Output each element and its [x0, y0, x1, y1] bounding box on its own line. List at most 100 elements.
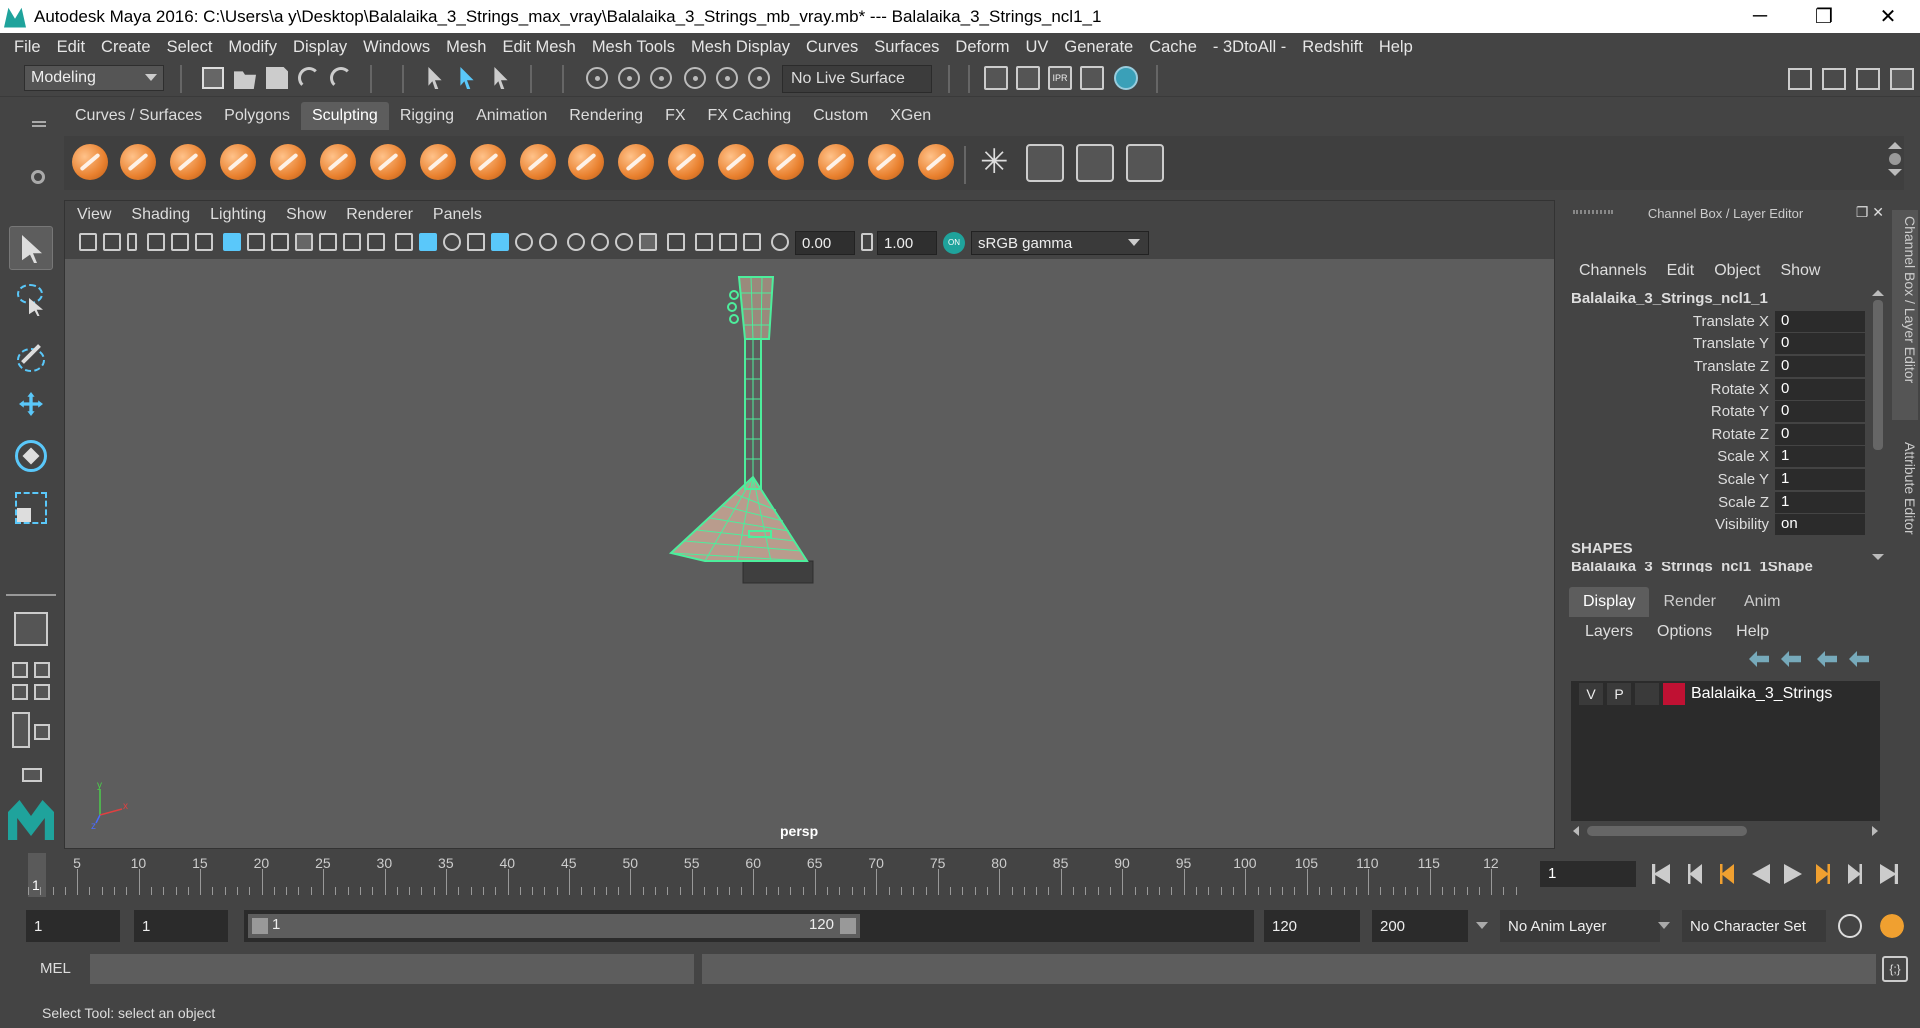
layout-dropdown-icon[interactable] [34, 684, 50, 700]
grease-pencil-icon[interactable] [195, 233, 213, 251]
move-tool-button[interactable] [9, 382, 53, 426]
wax-tool-icon[interactable] [568, 144, 604, 180]
channel-value-field[interactable]: 0 [1775, 401, 1865, 423]
tab-render-layers[interactable]: Render [1649, 587, 1729, 617]
panel-menu-show[interactable]: Show [286, 206, 326, 224]
smear-tool-icon[interactable] [768, 144, 804, 180]
channel-row[interactable]: Scale Y 1 [1563, 468, 1873, 491]
cb-menu-edit[interactable]: Edit [1667, 262, 1695, 280]
scroll-down-icon[interactable] [1872, 554, 1884, 560]
float-close-icons[interactable]: ❐ ✕ [1856, 204, 1884, 221]
current-time-marker[interactable]: 1 [28, 853, 46, 897]
channel-box-toggle-icon[interactable] [1890, 68, 1914, 90]
chevron-down-icon[interactable] [1658, 922, 1670, 929]
scroll-down-icon[interactable] [1888, 169, 1902, 176]
menu-redshift[interactable]: Redshift [1302, 38, 1363, 57]
tab-fx-caching[interactable]: FX Caching [697, 102, 803, 130]
channel-value-field[interactable]: 0 [1775, 423, 1865, 445]
color-management-toggle[interactable]: ON [943, 232, 965, 254]
panel-menu-renderer[interactable]: Renderer [346, 206, 413, 224]
channel-row[interactable]: Visibility on [1563, 513, 1873, 536]
select-by-hierarchy-icon[interactable] [428, 67, 442, 89]
play-forwards-icon[interactable] [1784, 864, 1802, 884]
panel-menu-view[interactable]: View [77, 206, 111, 224]
safe-title-icon[interactable] [367, 233, 385, 251]
scene-end-field[interactable]: 200 [1372, 910, 1468, 942]
layer-row[interactable]: V P Balalaika_3_Strings [1571, 681, 1880, 707]
ipr-render-icon[interactable]: IPR [1048, 66, 1072, 90]
menu-cache[interactable]: Cache [1149, 38, 1197, 57]
minimize-button[interactable]: ─ [1728, 0, 1792, 33]
tab-animation[interactable]: Animation [465, 102, 558, 130]
snap-grid-icon[interactable] [586, 67, 608, 89]
relax-tool-icon[interactable] [170, 144, 206, 180]
backface-culling-icon[interactable] [743, 233, 761, 251]
render-view-icon[interactable] [984, 66, 1008, 90]
tab-sculpting[interactable]: Sculpting [300, 102, 389, 130]
pinch-tool-icon[interactable] [270, 144, 306, 180]
bulge-tool-icon[interactable] [818, 144, 854, 180]
open-scene-icon[interactable] [234, 71, 256, 89]
anim-layer-dropdown[interactable]: No Anim Layer [1500, 910, 1660, 942]
menu-modify[interactable]: Modify [228, 38, 277, 57]
cb-menu-show[interactable]: Show [1780, 262, 1820, 280]
cb-menu-channels[interactable]: Channels [1579, 262, 1647, 280]
playback-start-field[interactable]: 1 [134, 910, 228, 942]
wireframe-icon[interactable] [395, 233, 413, 251]
select-tool-button[interactable] [9, 226, 53, 270]
menu-uv[interactable]: UV [1026, 38, 1049, 57]
wireframe-on-shaded-icon[interactable] [491, 233, 509, 251]
range-start-handle[interactable] [252, 918, 268, 934]
layer-menu-layers[interactable]: Layers [1585, 623, 1633, 641]
range-end-handle[interactable] [840, 918, 856, 934]
tool-settings-toggle-icon[interactable] [1856, 68, 1880, 90]
time-slider-track[interactable]: 1 5 10 15 20 25 30 35 40 45 50 55 60 65 70 75 80 85 90 95 1… [28, 851, 1528, 897]
view-transform-dropdown[interactable]: sRGB gamma [971, 231, 1149, 255]
safe-action-icon[interactable] [343, 233, 361, 251]
resolution-gate-icon[interactable] [271, 233, 289, 251]
channel-value-field[interactable]: 0 [1775, 333, 1865, 355]
menu-file[interactable]: File [14, 38, 41, 57]
channel-value-field[interactable]: 1 [1775, 468, 1865, 490]
channel-value-field[interactable]: 1 [1775, 491, 1865, 513]
gear-icon[interactable] [31, 170, 45, 184]
scrape-tool-icon[interactable] [618, 144, 654, 180]
live-surface-field[interactable]: No Live Surface [782, 65, 932, 93]
flatten-tool-icon[interactable] [320, 144, 356, 180]
snap-projected-center-icon[interactable] [748, 67, 770, 89]
hypershade-icon[interactable] [1114, 66, 1138, 90]
render-settings-icon[interactable] [1080, 66, 1104, 90]
exposure-icon[interactable] [771, 233, 789, 251]
tab-rigging[interactable]: Rigging [389, 102, 465, 130]
repeat-tool-icon[interactable] [470, 144, 506, 180]
amplify-tool-icon[interactable] [868, 144, 904, 180]
3d-viewport[interactable]: y x z persp [65, 259, 1554, 848]
tab-channel-box-layer-editor[interactable]: Channel Box / Layer Editor [1892, 210, 1918, 420]
field-chart-icon[interactable] [319, 233, 337, 251]
xray-active-components-icon[interactable] [719, 233, 737, 251]
auto-key-icon[interactable] [1838, 914, 1862, 938]
channel-value-field[interactable]: 0 [1775, 378, 1865, 400]
knife-tool-icon[interactable] [718, 144, 754, 180]
layer-menu-options[interactable]: Options [1657, 623, 1712, 641]
menu-help[interactable]: Help [1379, 38, 1413, 57]
layout-dropdown-icon[interactable] [34, 724, 50, 740]
spray-tool-icon[interactable] [420, 144, 456, 180]
menu-deform[interactable]: Deform [955, 38, 1009, 57]
menu-mesh[interactable]: Mesh [446, 38, 486, 57]
tab-display-layers[interactable]: Display [1569, 587, 1650, 617]
range-slider-thumb[interactable]: 1 120 [248, 914, 860, 938]
menu-set-dropdown[interactable]: Modeling [24, 65, 164, 91]
shadows-icon[interactable] [539, 233, 557, 251]
2d-pan-zoom-icon[interactable] [171, 233, 189, 251]
layer-playback-toggle[interactable]: P [1607, 683, 1631, 705]
modeling-toolkit-icon[interactable] [1788, 68, 1812, 90]
paint-select-tool-button[interactable] [9, 330, 53, 374]
lasso-tool-button[interactable] [9, 278, 53, 322]
script-editor-icon[interactable]: {;} [1882, 956, 1908, 982]
snap-point-icon[interactable] [650, 67, 672, 89]
layer-display-type-toggle[interactable] [1635, 683, 1659, 705]
menu-mesh-tools[interactable]: Mesh Tools [592, 38, 675, 57]
exposure-field[interactable]: 0.00 [795, 231, 855, 255]
shape-editor-icon[interactable] [1126, 144, 1164, 182]
